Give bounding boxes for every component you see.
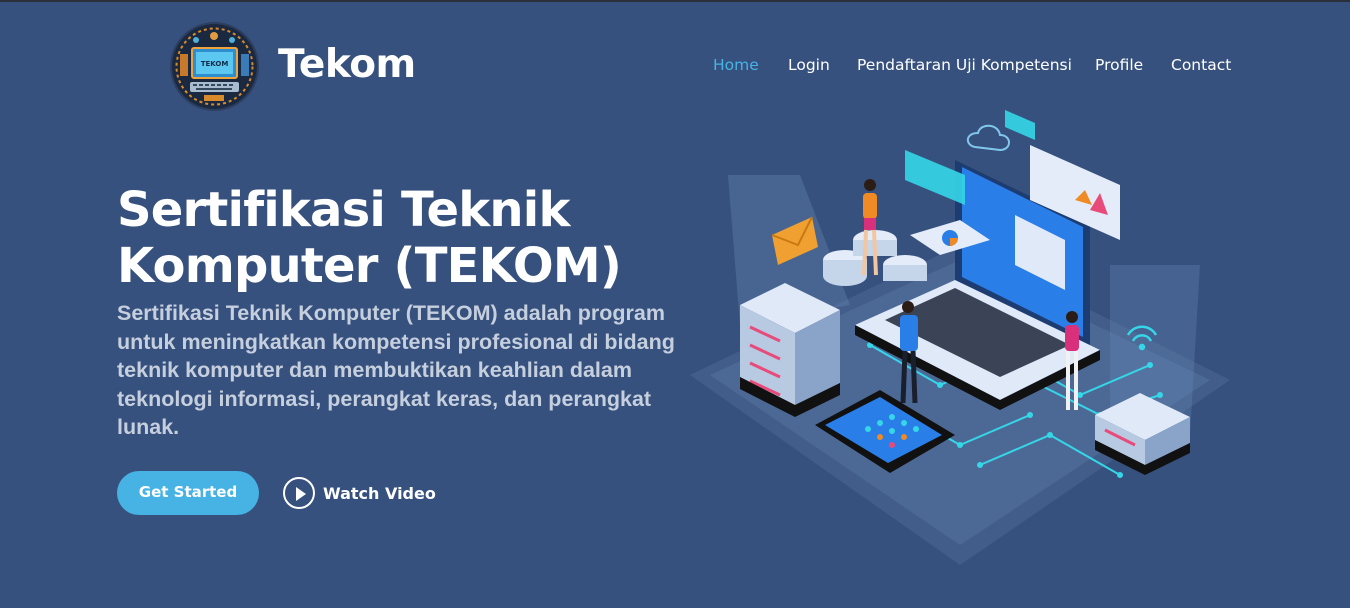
isometric-network-illustration: [690, 110, 1230, 565]
hero-description: Sertifikasi Teknik Komputer (TEKOM) adal…: [117, 301, 675, 439]
person-orange: [862, 179, 878, 276]
main-nav: Home Login Pendaftaran Uji Kompetensi Pr…: [0, 56, 1350, 78]
watch-video-button[interactable]: Watch Video: [283, 476, 436, 510]
nav-contact[interactable]: Contact: [1171, 56, 1231, 74]
nav-home[interactable]: Home: [713, 56, 759, 74]
nav-profile[interactable]: Profile: [1095, 56, 1143, 74]
get-started-button[interactable]: Get Started: [117, 471, 259, 515]
watch-video-label: Watch Video: [323, 483, 436, 503]
nav-register[interactable]: Pendaftaran Uji Kompetensi: [857, 56, 1072, 74]
hero-illustration: [680, 105, 1240, 575]
play-circle-icon: [283, 477, 315, 509]
hero-title: Sertifikasi Teknik Komputer (TEKOM): [117, 182, 622, 294]
nav-login[interactable]: Login: [788, 56, 830, 74]
